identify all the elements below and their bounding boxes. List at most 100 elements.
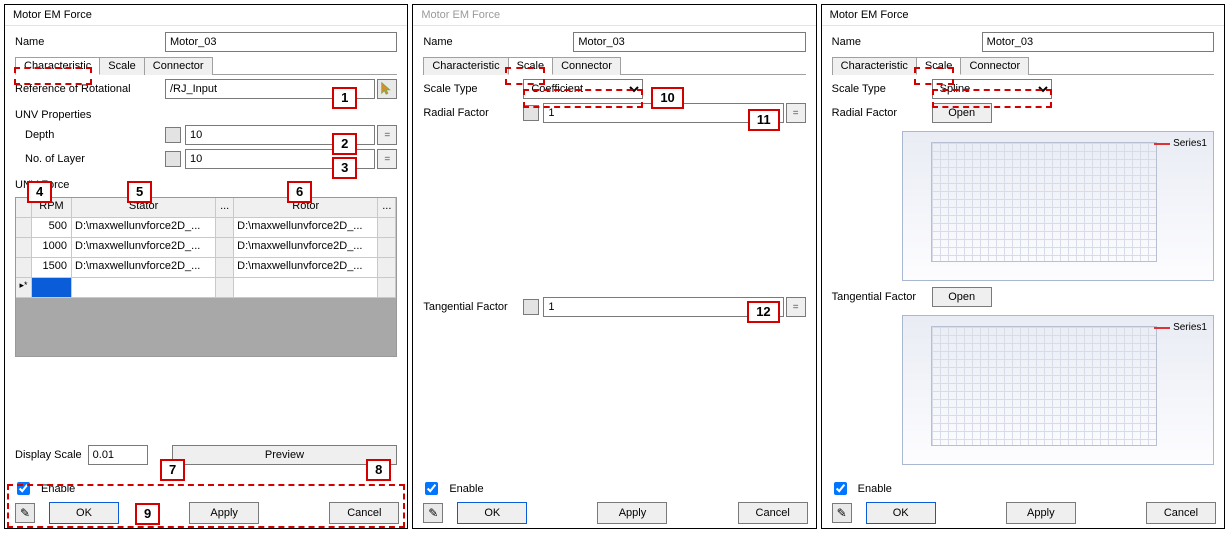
tab-scale[interactable]: Scale	[508, 57, 554, 75]
name-input[interactable]	[982, 32, 1214, 52]
radial-spline-chart[interactable]: Series1	[902, 131, 1214, 281]
display-scale-input[interactable]	[88, 445, 148, 465]
depth-toggle[interactable]	[165, 127, 181, 143]
stator-cell[interactable]: D:\maxwellunvforce2D_...	[72, 218, 216, 238]
name-input[interactable]	[573, 32, 805, 52]
depth-label: Depth	[25, 129, 165, 141]
depth-expr-button[interactable]: =	[377, 125, 397, 145]
chart-legend: Series1	[1154, 138, 1207, 149]
rpm-cell[interactable]: 1000	[32, 238, 72, 258]
enable-checkbox[interactable]	[17, 482, 30, 495]
rotor-cell[interactable]: D:\maxwellunvforce2D_...	[234, 238, 378, 258]
window-title: Motor EM Force	[822, 5, 1224, 26]
rotor-browse[interactable]	[378, 218, 396, 238]
col-rotor-btn[interactable]: ...	[378, 198, 396, 218]
tab-connector[interactable]: Connector	[552, 57, 621, 75]
stator-cell[interactable]	[72, 278, 216, 298]
legend-line-icon	[1154, 327, 1170, 329]
pencil-icon: ✎	[20, 506, 30, 520]
tabs: Characteristic Scale Connector	[423, 56, 805, 75]
layer-expr-button[interactable]: =	[377, 149, 397, 169]
radial-expr-button[interactable]: =	[786, 103, 806, 123]
ok-button[interactable]: OK	[457, 502, 527, 524]
annotation-10: 10	[651, 87, 683, 109]
stator-browse[interactable]	[216, 238, 234, 258]
tab-characteristic[interactable]: Characteristic	[423, 57, 508, 75]
row-gutter[interactable]	[16, 238, 32, 258]
unv-properties-title: UNV Properties	[15, 109, 397, 121]
table-rest	[16, 298, 396, 356]
ok-button[interactable]: OK	[866, 502, 936, 524]
tabs: Characteristic Scale Connector	[832, 56, 1214, 75]
tab-connector[interactable]: Connector	[960, 57, 1029, 75]
edit-icon-button[interactable]: ✎	[423, 503, 443, 523]
rotor-cell[interactable]	[234, 278, 378, 298]
tab-connector[interactable]: Connector	[144, 57, 213, 75]
edit-icon-button[interactable]: ✎	[832, 503, 852, 523]
edit-icon-button[interactable]: ✎	[15, 503, 35, 523]
panel-scale-coefficient: Motor EM Force Name Characteristic Scale…	[412, 4, 816, 529]
tab-characteristic[interactable]: Characteristic	[832, 57, 917, 75]
rotor-browse[interactable]	[378, 238, 396, 258]
chart-grid	[931, 142, 1157, 262]
apply-button[interactable]: Apply	[1006, 502, 1076, 524]
rpm-cell[interactable]: 1500	[32, 258, 72, 278]
tab-scale[interactable]: Scale	[916, 57, 962, 75]
window-title: Motor EM Force	[413, 5, 815, 26]
unv-force-table[interactable]: RPM Stator ... Rotor ... 500 D:\maxwellu…	[15, 197, 397, 357]
stator-browse[interactable]	[216, 278, 234, 298]
tangential-expr-button[interactable]: =	[786, 297, 806, 317]
pencil-icon: ✎	[428, 506, 438, 520]
tab-characteristic[interactable]: Characteristic	[15, 57, 100, 75]
new-row-marker[interactable]: ▸*	[16, 278, 32, 298]
cancel-button[interactable]: Cancel	[1146, 502, 1216, 524]
stator-browse[interactable]	[216, 218, 234, 238]
name-label: Name	[15, 36, 165, 48]
stator-browse[interactable]	[216, 258, 234, 278]
rpm-cell[interactable]: 500	[32, 218, 72, 238]
scale-type-select[interactable]: Coefficient	[523, 79, 643, 99]
annotation-8: 8	[366, 459, 391, 481]
annotation-5: 5	[127, 181, 152, 203]
stator-cell[interactable]: D:\maxwellunvforce2D_...	[72, 258, 216, 278]
name-input[interactable]	[165, 32, 397, 52]
rpm-cell-selected[interactable]	[32, 278, 72, 298]
stator-cell[interactable]: D:\maxwellunvforce2D_...	[72, 238, 216, 258]
tangential-open-button[interactable]: Open	[932, 287, 992, 307]
radial-toggle[interactable]	[523, 105, 539, 121]
enable-checkbox[interactable]	[425, 482, 438, 495]
layer-toggle[interactable]	[165, 151, 181, 167]
col-stator-btn[interactable]: ...	[216, 198, 234, 218]
cancel-button[interactable]: Cancel	[329, 502, 399, 524]
annotation-3: 3	[332, 157, 357, 179]
legend-label: Series1	[1173, 322, 1207, 333]
scale-type-label: Scale Type	[423, 83, 523, 95]
annotation-11: 11	[748, 109, 780, 131]
display-scale-label: Display Scale	[15, 449, 82, 461]
rotor-cell[interactable]: D:\maxwellunvforce2D_...	[234, 258, 378, 278]
tangential-toggle[interactable]	[523, 299, 539, 315]
apply-button[interactable]: Apply	[597, 502, 667, 524]
enable-checkbox[interactable]	[834, 482, 847, 495]
annotation-7: 7	[160, 459, 185, 481]
rotor-cell[interactable]: D:\maxwellunvforce2D_...	[234, 218, 378, 238]
preview-button[interactable]: Preview	[172, 445, 398, 465]
tangential-spline-chart[interactable]: Series1	[902, 315, 1214, 465]
chart-grid	[931, 326, 1157, 446]
radial-open-button[interactable]: Open	[932, 103, 992, 123]
cursor-icon	[380, 81, 394, 98]
scale-type-select[interactable]: Spline	[932, 79, 1052, 99]
tab-scale[interactable]: Scale	[99, 57, 145, 75]
row-gutter[interactable]	[16, 258, 32, 278]
pencil-icon: ✎	[837, 506, 847, 520]
cancel-button[interactable]: Cancel	[738, 502, 808, 524]
ok-button[interactable]: OK	[49, 502, 119, 524]
rotor-browse[interactable]	[378, 278, 396, 298]
pick-entity-button[interactable]	[377, 79, 397, 99]
apply-button[interactable]: Apply	[189, 502, 259, 524]
enable-label: Enable	[41, 483, 75, 495]
row-gutter[interactable]	[16, 218, 32, 238]
annotation-2: 2	[332, 133, 357, 155]
radial-factor-label: Radial Factor	[832, 107, 932, 119]
rotor-browse[interactable]	[378, 258, 396, 278]
